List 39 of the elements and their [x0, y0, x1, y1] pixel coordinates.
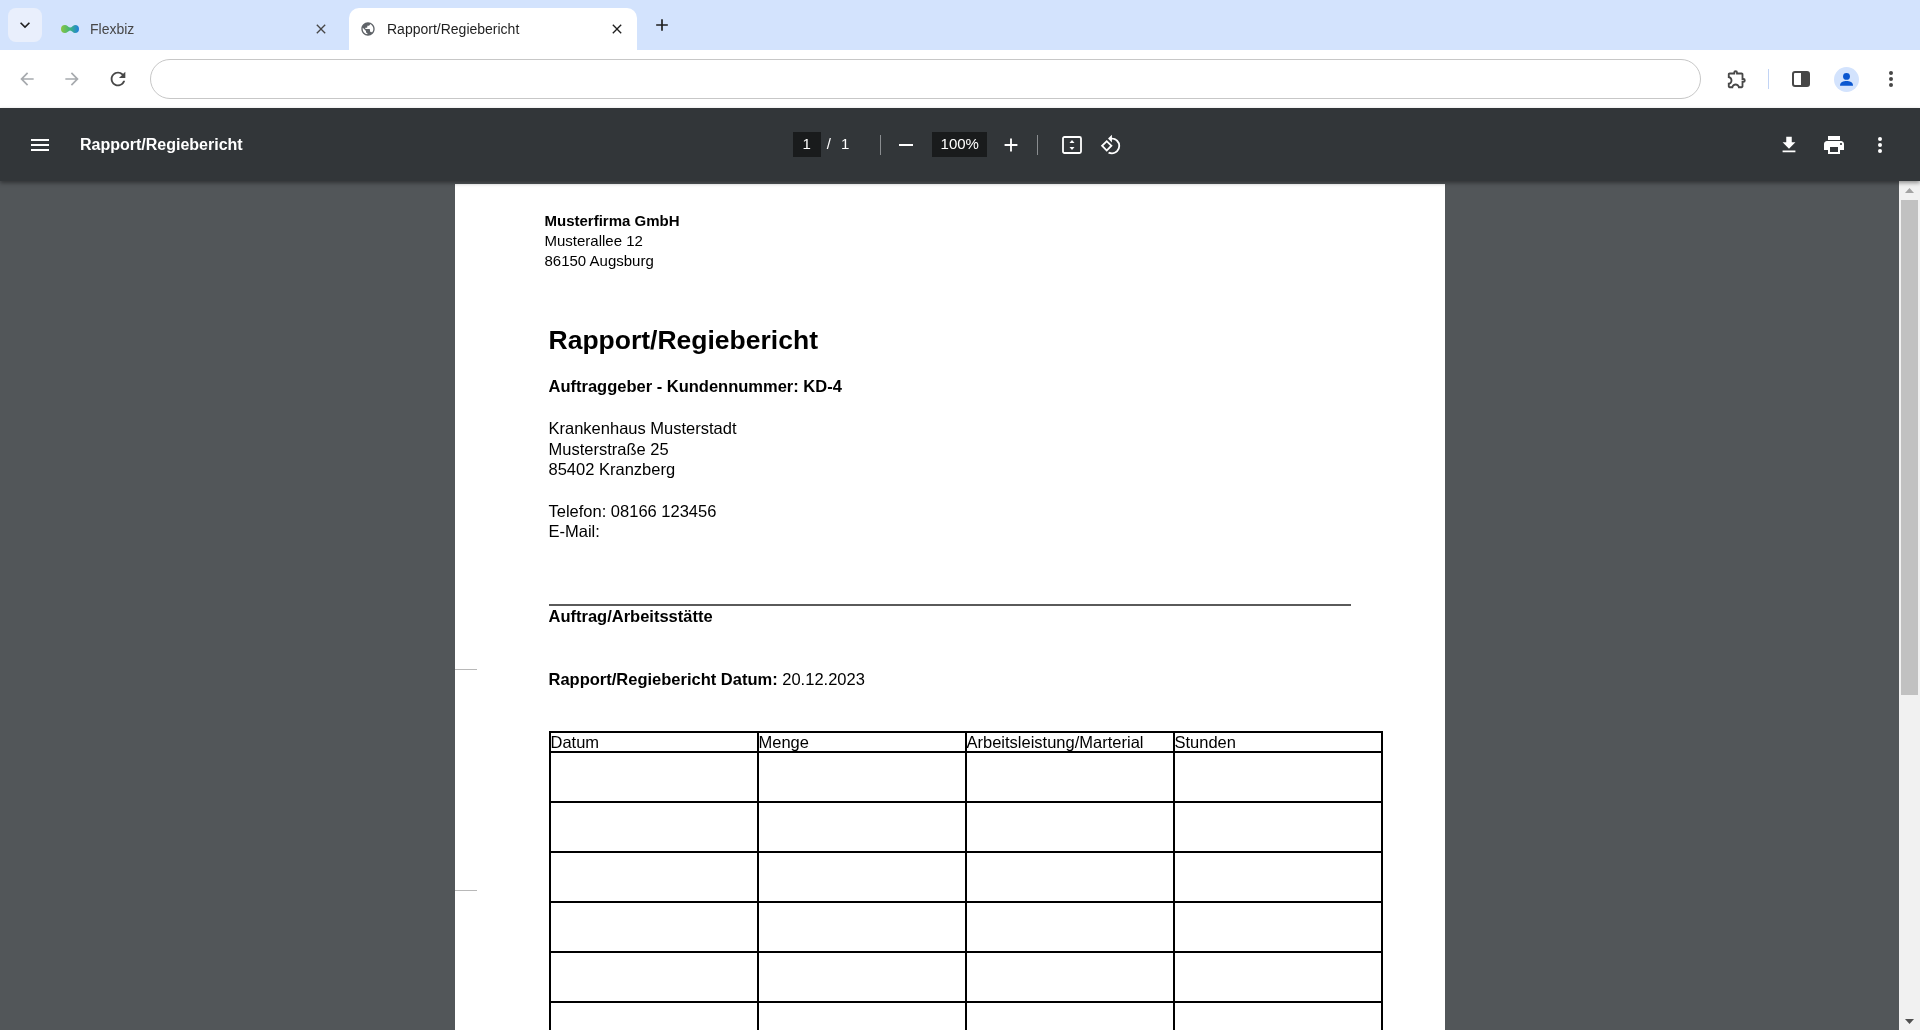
document-title: Rapport/Regiebericht [548, 324, 818, 356]
column-header: Menge [757, 731, 966, 752]
report-date-line: Rapport/Regiebericht Datum: 20.12.2023 [548, 668, 865, 689]
contact-line: E-Mail: [548, 521, 600, 542]
section-heading: Auftrag/Arbeitsstätte [548, 605, 713, 626]
page-separator: / [826, 134, 831, 155]
contact-line: Telefon: 08166 123456 [548, 500, 717, 521]
logo-icon [61, 24, 79, 34]
puzzle-icon [1726, 68, 1748, 90]
rotate-icon [1100, 133, 1123, 156]
menu-dots-icon [1889, 71, 1893, 87]
menu-dots-icon [1878, 136, 1882, 153]
browser-tab[interactable]: Rapport/Regiebericht [349, 8, 637, 50]
globe-icon [360, 21, 376, 37]
fold-mark [454, 890, 477, 891]
minus-icon [899, 143, 914, 146]
tab-list-button[interactable] [8, 8, 42, 42]
company-name: Musterfirma GmbH [544, 211, 680, 231]
avatar-icon [1833, 66, 1859, 92]
column-header: Arbeitsleistung/Marterial [965, 731, 1174, 752]
page-number-field[interactable]: 1 [792, 132, 821, 157]
company-address-line: Musterallee 12 [544, 231, 643, 251]
zoom-level-field[interactable]: 100% [932, 132, 988, 157]
company-address-line: 86150 Augsburg [544, 251, 654, 271]
document-name: Rapport/Regiebericht [80, 134, 243, 155]
fold-mark [454, 669, 477, 670]
scrollbar[interactable] [1899, 181, 1920, 1030]
client-heading: Auftraggeber - Kundennummer: KD-4 [548, 376, 842, 396]
page-count: 1 [840, 134, 850, 155]
fit-page-icon [1062, 135, 1083, 154]
client-address-line: Krankenhaus Musterstadt [548, 418, 737, 439]
column-header: Stunden [1173, 731, 1382, 752]
browser-tab[interactable]: Flexbiz [50, 8, 341, 50]
scrollbar-thumb[interactable] [1901, 200, 1918, 695]
side-panel-icon [1792, 71, 1810, 87]
scroll-down-icon[interactable] [1905, 1019, 1914, 1024]
client-address-line: 85402 Kranzberg [548, 459, 676, 480]
column-header: Datum [549, 731, 758, 752]
client-address-line: Musterstraße 25 [548, 438, 669, 459]
